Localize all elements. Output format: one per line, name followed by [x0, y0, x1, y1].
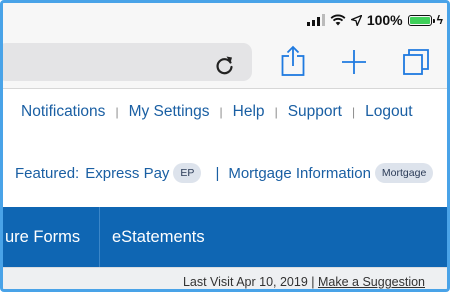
- app-frame: 100% ϟ Notifications | My Settings | Hel…: [0, 0, 450, 292]
- charging-bolt-icon: ϟ: [436, 13, 443, 27]
- mortgage-information-link[interactable]: Mortgage Information: [228, 165, 371, 182]
- link-separator: |: [219, 105, 223, 119]
- browser-toolbar: [3, 37, 447, 89]
- location-arrow-icon: [350, 14, 362, 26]
- link-separator: |: [274, 105, 278, 119]
- link-separator: |: [115, 105, 119, 119]
- featured-separator: |: [215, 164, 220, 182]
- featured-links: Featured: Express Pay EP | Mortgage Info…: [15, 163, 434, 183]
- reload-icon[interactable]: [213, 53, 237, 77]
- last-visit-text: Last Visit Apr 10, 2019 |: [182, 275, 318, 289]
- wifi-icon: [330, 14, 346, 26]
- status-indicators: 100% ϟ: [306, 12, 443, 28]
- battery-icon: [407, 14, 435, 26]
- support-link[interactable]: Support: [288, 103, 342, 121]
- address-bar[interactable]: [3, 43, 252, 81]
- battery-percent: 100%: [366, 12, 403, 28]
- nav-item-forms[interactable]: ure Forms: [5, 207, 80, 267]
- link-separator: |: [351, 105, 356, 119]
- last-visit-info: Last Visit Apr 10, 2019 | Make a Suggest…: [183, 275, 425, 289]
- status-bar: 100% ϟ: [3, 3, 447, 37]
- share-icon[interactable]: [278, 45, 308, 77]
- help-link[interactable]: Help: [233, 103, 265, 121]
- express-pay-link[interactable]: Express Pay: [85, 165, 169, 182]
- cellular-signal-icon: [306, 14, 325, 26]
- make-suggestion-link[interactable]: Make a Suggestion: [318, 275, 425, 289]
- account-links: Notifications | My Settings | Help | Sup…: [21, 103, 413, 121]
- notifications-link[interactable]: Notifications: [21, 103, 105, 121]
- express-pay-badge[interactable]: EP: [173, 163, 202, 183]
- main-nav: ure Forms eStatements: [3, 207, 447, 267]
- featured-label: Featured:: [15, 164, 80, 182]
- nav-item-estatements[interactable]: eStatements: [112, 207, 205, 267]
- nav-divider: [99, 207, 100, 267]
- logout-link[interactable]: Logout: [365, 103, 412, 121]
- new-tab-plus-icon[interactable]: [339, 45, 369, 77]
- tabs-icon[interactable]: [401, 45, 431, 77]
- mortgage-badge[interactable]: Mortgage: [374, 163, 434, 183]
- my-settings-link[interactable]: My Settings: [129, 103, 210, 121]
- info-bar: Last Visit Apr 10, 2019 | Make a Suggest…: [3, 267, 447, 289]
